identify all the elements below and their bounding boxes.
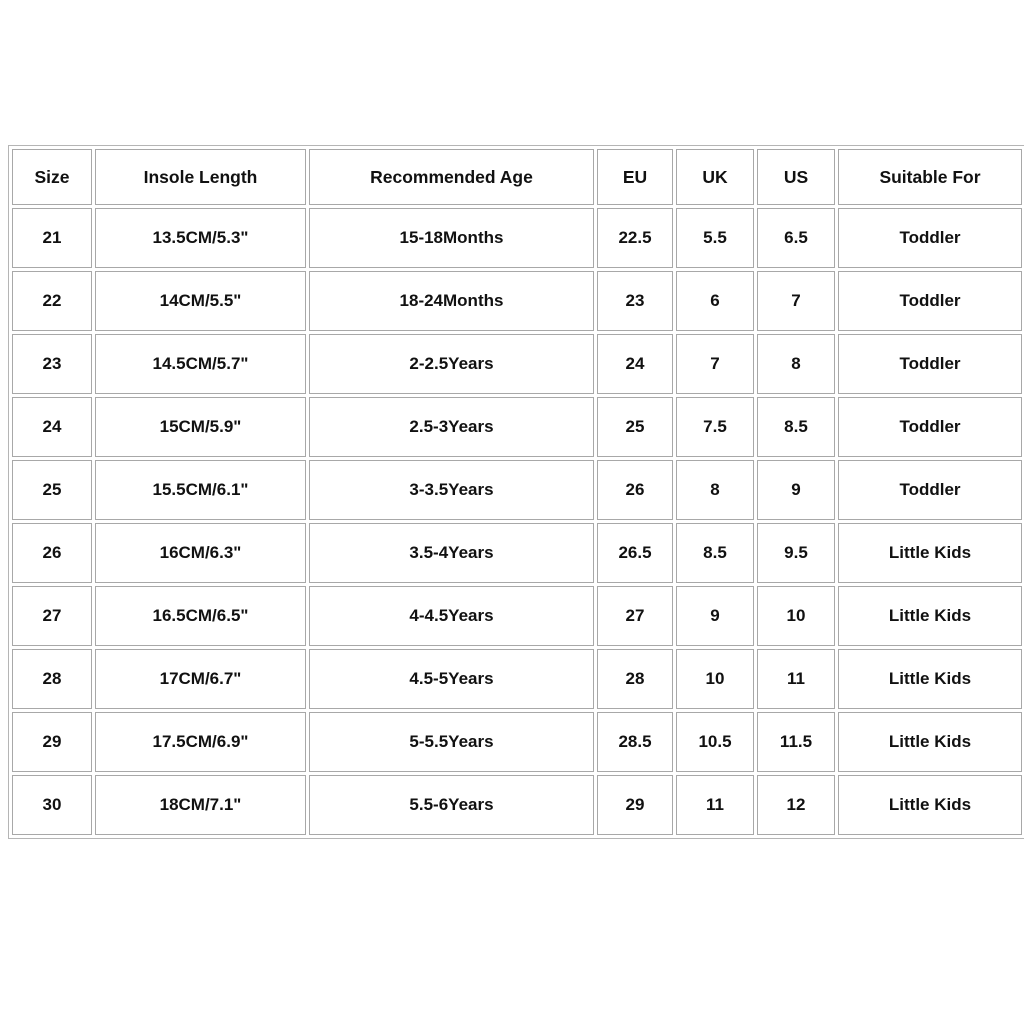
table-row: 27 16.5CM/6.5" 4-4.5Years 27 9 10 Little Kids [12, 586, 1022, 646]
table-row: 26 16CM/6.3" 3.5-4Years 26.5 8.5 9.5 Little Ki… [12, 523, 1022, 583]
table-row: 30 18CM/7.1" 5.5-6Years 29 11 12 Little Kids [12, 775, 1022, 835]
cell-insole: 15CM/5.9" [95, 397, 306, 457]
cell-us: 12 [757, 775, 835, 835]
cell-size: 27 [12, 586, 92, 646]
table-row: 23 14.5CM/5.7" 2-2.5Years 24 7 8 Toddler [12, 334, 1022, 394]
cell-size: 21 [12, 208, 92, 268]
cell-uk: 8.5 [676, 523, 754, 583]
column-header-insole: Insole Length [95, 149, 306, 205]
cell-size: 28 [12, 649, 92, 709]
cell-us: 8 [757, 334, 835, 394]
cell-uk: 6 [676, 271, 754, 331]
cell-age: 3-3.5Years [309, 460, 594, 520]
column-header-suit: Suitable For [838, 149, 1022, 205]
cell-size: 29 [12, 712, 92, 772]
cell-uk: 5.5 [676, 208, 754, 268]
cell-suit: Little Kids [838, 586, 1022, 646]
cell-eu: 22.5 [597, 208, 673, 268]
cell-age: 4-4.5Years [309, 586, 594, 646]
cell-age: 18-24Months [309, 271, 594, 331]
cell-us: 10 [757, 586, 835, 646]
table-body: 21 13.5CM/5.3" 15-18Months 22.5 5.5 6.5 Toddle… [12, 208, 1022, 835]
cell-size: 22 [12, 271, 92, 331]
cell-insole: 14CM/5.5" [95, 271, 306, 331]
column-header-us: US [757, 149, 835, 205]
cell-eu: 28 [597, 649, 673, 709]
cell-suit: Toddler [838, 460, 1022, 520]
cell-us: 6.5 [757, 208, 835, 268]
cell-insole: 16.5CM/6.5" [95, 586, 306, 646]
cell-suit: Toddler [838, 334, 1022, 394]
cell-uk: 8 [676, 460, 754, 520]
cell-us: 9.5 [757, 523, 835, 583]
column-header-uk: UK [676, 149, 754, 205]
cell-insole: 17CM/6.7" [95, 649, 306, 709]
table-header: Size Insole Length Recommended Age EU UK US Su… [12, 149, 1022, 205]
cell-age: 3.5-4Years [309, 523, 594, 583]
column-header-age: Recommended Age [309, 149, 594, 205]
cell-size: 26 [12, 523, 92, 583]
cell-suit: Little Kids [838, 712, 1022, 772]
cell-eu: 23 [597, 271, 673, 331]
cell-insole: 15.5CM/6.1" [95, 460, 306, 520]
cell-insole: 13.5CM/5.3" [95, 208, 306, 268]
cell-uk: 7 [676, 334, 754, 394]
cell-suit: Little Kids [838, 775, 1022, 835]
cell-size: 30 [12, 775, 92, 835]
cell-suit: Little Kids [838, 523, 1022, 583]
table-row: 22 14CM/5.5" 18-24Months 23 6 7 Toddler [12, 271, 1022, 331]
cell-eu: 26.5 [597, 523, 673, 583]
table-row: 21 13.5CM/5.3" 15-18Months 22.5 5.5 6.5 Toddle… [12, 208, 1022, 268]
cell-insole: 14.5CM/5.7" [95, 334, 306, 394]
cell-eu: 26 [597, 460, 673, 520]
cell-us: 9 [757, 460, 835, 520]
cell-uk: 11 [676, 775, 754, 835]
table-row: 29 17.5CM/6.9" 5-5.5Years 28.5 10.5 11.5 Littl… [12, 712, 1022, 772]
cell-age: 5.5-6Years [309, 775, 594, 835]
cell-insole: 17.5CM/6.9" [95, 712, 306, 772]
cell-age: 4.5-5Years [309, 649, 594, 709]
cell-suit: Toddler [838, 208, 1022, 268]
cell-suit: Toddler [838, 397, 1022, 457]
cell-size: 23 [12, 334, 92, 394]
cell-eu: 28.5 [597, 712, 673, 772]
cell-eu: 29 [597, 775, 673, 835]
column-header-eu: EU [597, 149, 673, 205]
cell-suit: Little Kids [838, 649, 1022, 709]
cell-uk: 10 [676, 649, 754, 709]
cell-age: 2.5-3Years [309, 397, 594, 457]
shoe-size-chart-table: Size Insole Length Recommended Age EU UK US Su… [8, 145, 1024, 839]
cell-insole: 18CM/7.1" [95, 775, 306, 835]
cell-eu: 24 [597, 334, 673, 394]
cell-us: 11 [757, 649, 835, 709]
table-row: 24 15CM/5.9" 2.5-3Years 25 7.5 8.5 Toddler [12, 397, 1022, 457]
table-row: 25 15.5CM/6.1" 3-3.5Years 26 8 9 Toddler [12, 460, 1022, 520]
cell-size: 24 [12, 397, 92, 457]
cell-uk: 7.5 [676, 397, 754, 457]
cell-uk: 9 [676, 586, 754, 646]
cell-eu: 27 [597, 586, 673, 646]
cell-age: 15-18Months [309, 208, 594, 268]
cell-us: 11.5 [757, 712, 835, 772]
cell-age: 5-5.5Years [309, 712, 594, 772]
size-chart-container: Size Insole Length Recommended Age EU UK US Su… [8, 145, 1024, 839]
cell-us: 7 [757, 271, 835, 331]
cell-insole: 16CM/6.3" [95, 523, 306, 583]
cell-size: 25 [12, 460, 92, 520]
table-header-row: Size Insole Length Recommended Age EU UK US Su… [12, 149, 1022, 205]
cell-eu: 25 [597, 397, 673, 457]
cell-uk: 10.5 [676, 712, 754, 772]
cell-us: 8.5 [757, 397, 835, 457]
cell-suit: Toddler [838, 271, 1022, 331]
cell-age: 2-2.5Years [309, 334, 594, 394]
table-row: 28 17CM/6.7" 4.5-5Years 28 10 11 Little Kids [12, 649, 1022, 709]
column-header-size: Size [12, 149, 92, 205]
